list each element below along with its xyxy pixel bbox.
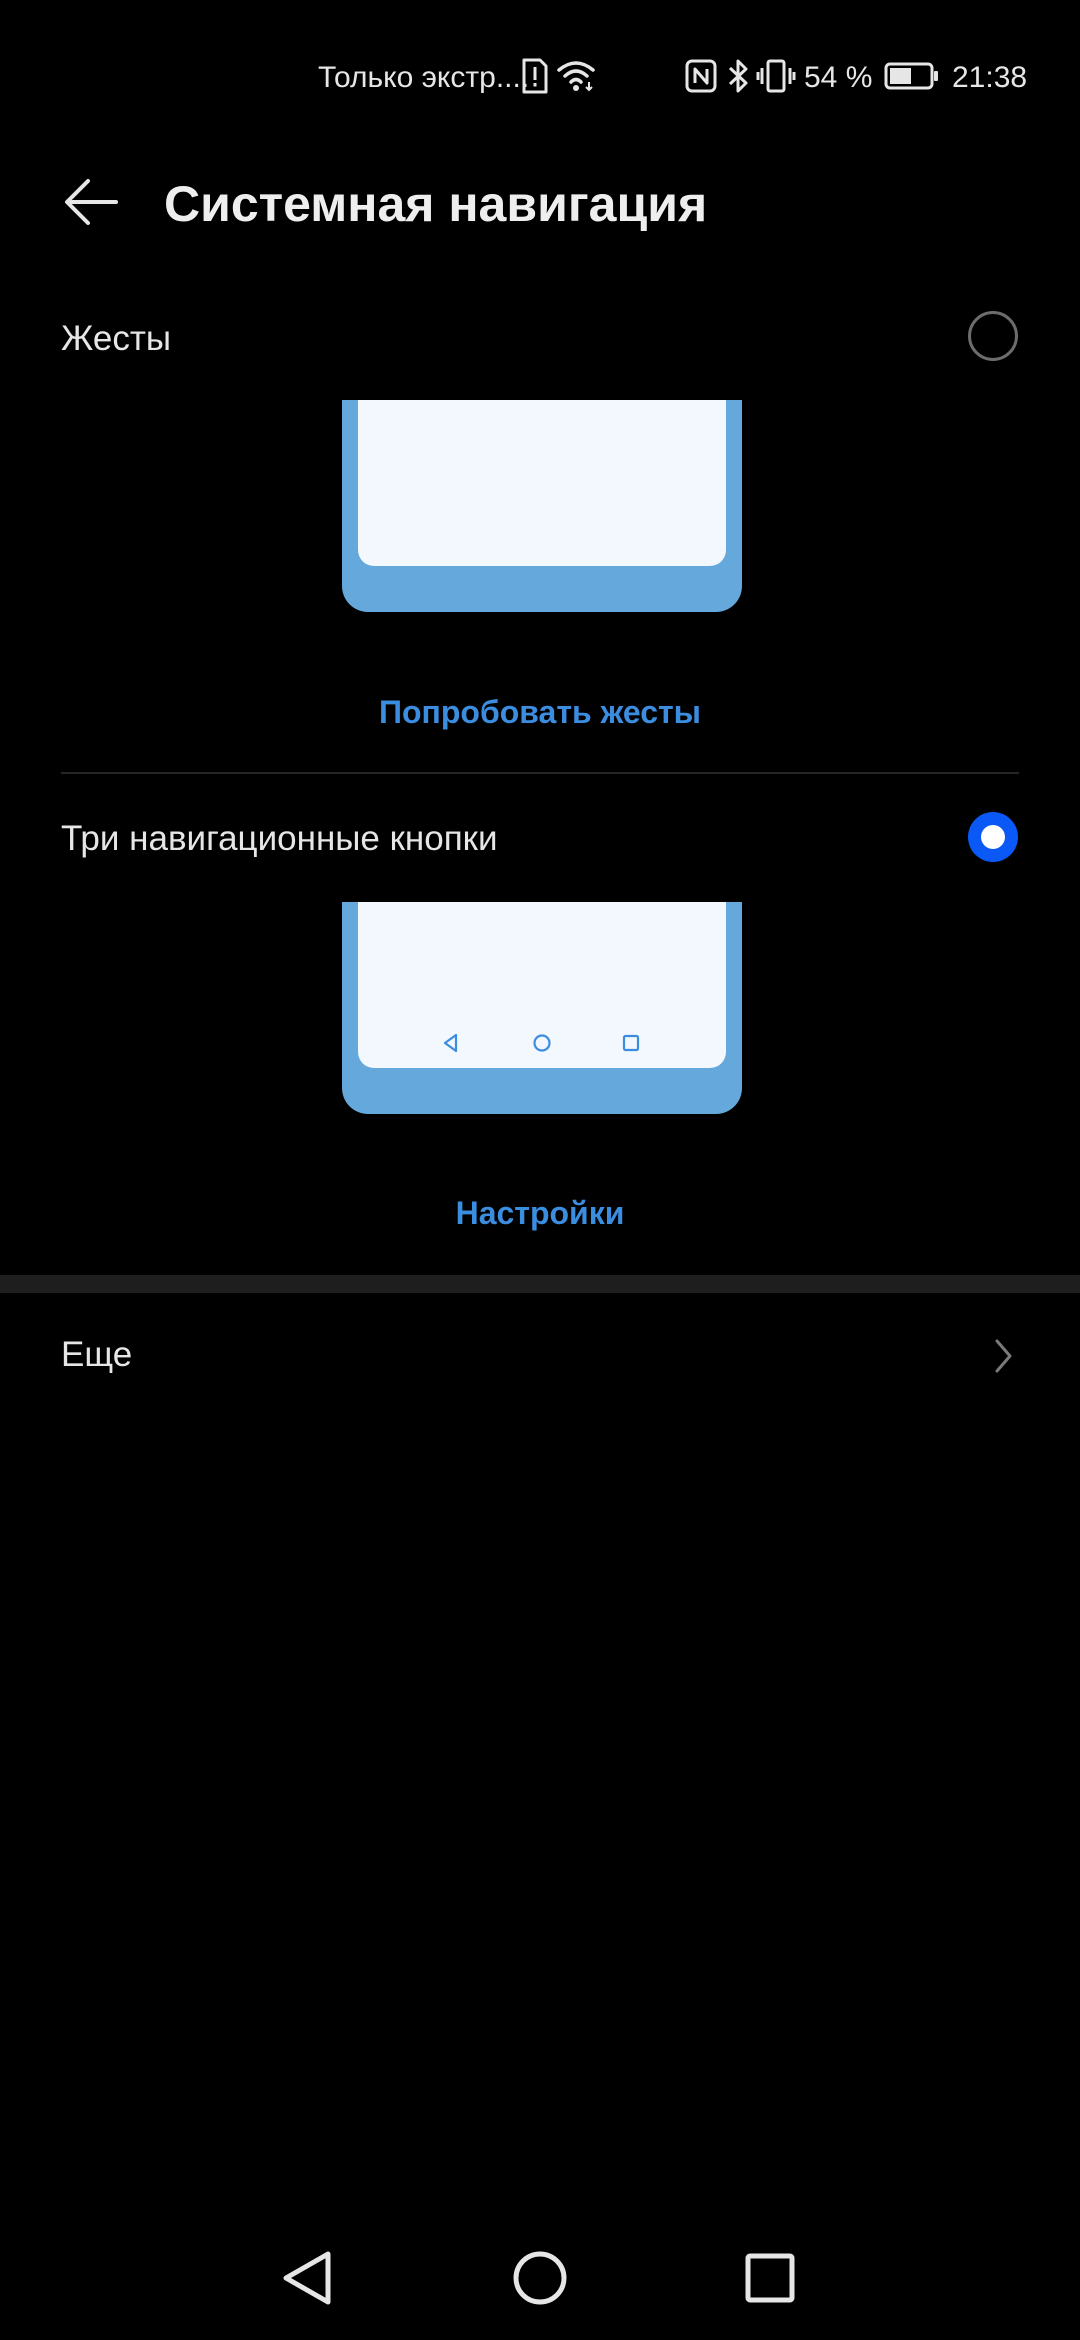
back-button[interactable] [48,160,132,244]
try-gestures-link[interactable]: Попробовать жесты [0,690,1080,734]
nfc-icon [685,59,717,93]
nav-back-button[interactable] [264,2240,354,2320]
option-three-buttons-row[interactable]: Три навигационные кнопки [0,800,1080,880]
clock: 21:38 [952,61,1028,94]
option-three-buttons-label: Три навигационные кнопки [61,819,498,858]
gestures-illustration [342,400,742,616]
option-three-buttons-radio[interactable] [968,812,1018,862]
chevron-right-icon [995,1339,1012,1373]
square-recents-icon [622,1034,640,1052]
alert-sim-icon [522,58,548,94]
settings-link[interactable]: Настройки [0,1191,1080,1235]
page-title: Системная навигация [164,176,708,232]
option-gestures-label: Жесты [61,319,172,358]
navigation-bar [0,2200,1080,2340]
three-buttons-illustration [342,902,742,1118]
vibrate-icon [756,59,796,93]
network-status-text: Только экстр.... [318,61,530,94]
battery-percent: 54 % [804,61,873,94]
status-bar: Только экстр.... 54 % 21:38 [0,0,1080,160]
more-row[interactable]: Еще [0,1310,1080,1400]
battery-icon [884,62,938,90]
triangle-back-icon [443,1033,458,1053]
nav-home-button[interactable] [495,2240,585,2320]
nav-recents-button[interactable] [724,2240,814,2320]
wifi-icon [557,61,595,92]
arrow-left-icon [65,179,118,225]
recents-icon [745,2253,795,2303]
home-icon [513,2251,567,2305]
back-icon [283,2251,331,2305]
option-gestures-row[interactable]: Жесты [0,300,1080,380]
circle-home-icon [533,1034,551,1052]
bluetooth-icon [728,59,748,93]
option-gestures-radio[interactable] [968,311,1018,361]
section-separator [0,1275,1080,1293]
more-label: Еще [61,1335,133,1374]
divider [61,772,1019,774]
